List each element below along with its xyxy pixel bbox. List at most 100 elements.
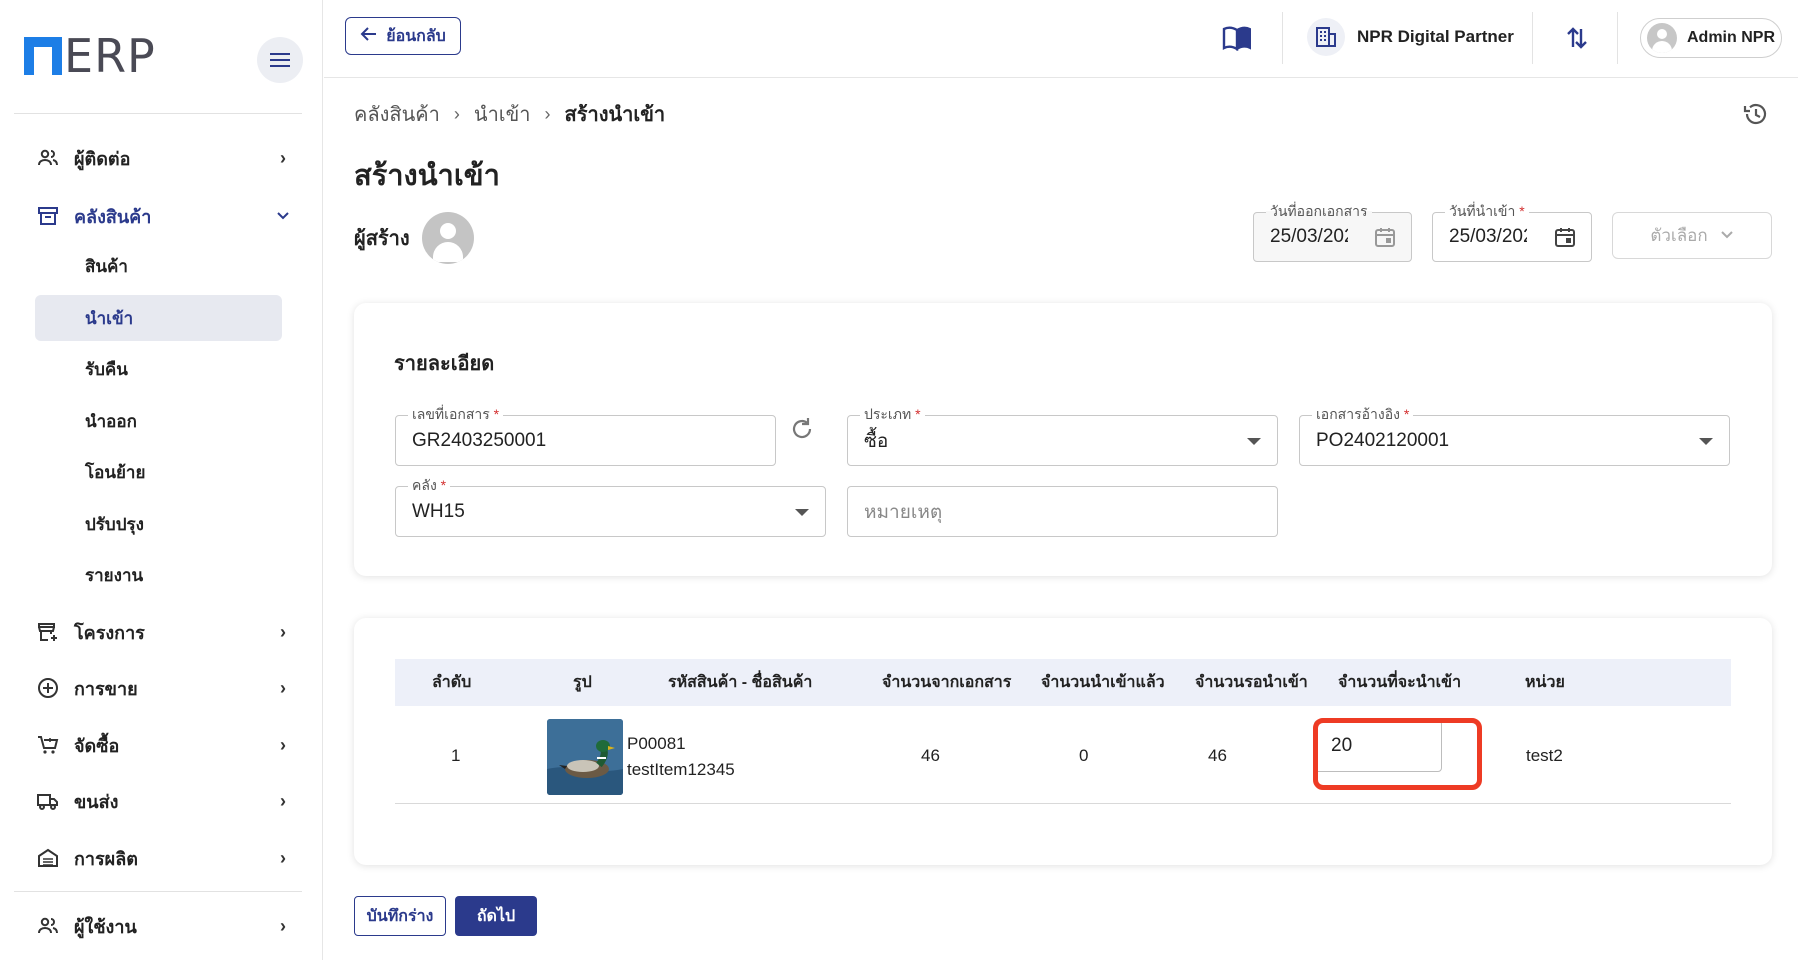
product-name: testItem12345: [627, 760, 735, 779]
product-image: [547, 719, 623, 795]
reference-document-select[interactable]: เอกสารอ้างอิง * PO2402120001: [1299, 406, 1730, 466]
history-icon[interactable]: [1742, 100, 1770, 133]
sidebar-subitem-import[interactable]: นำเข้า: [35, 295, 282, 341]
logo-text: ERP: [64, 29, 156, 83]
header-divider: [1532, 12, 1533, 64]
remark-placeholder: หมายเหตุ: [864, 501, 943, 523]
import-date-field[interactable]: วันที่นำเข้า * 25/03/2024: [1432, 203, 1592, 262]
sidebar-item-users[interactable]: ผู้ใช้งาน ›: [36, 906, 292, 946]
cell-no: 1: [451, 746, 461, 765]
sidebar-item-label: จัดซื้อ: [74, 735, 120, 756]
breadcrumb: คลังสินค้า › นำเข้า › สร้างนำเข้า: [354, 98, 665, 130]
creator-avatar[interactable]: [421, 212, 474, 264]
issue-date-field[interactable]: วันที่ออกเอกสาร 25/03/2024: [1253, 203, 1412, 262]
product-code: P00081: [627, 734, 686, 753]
sidebar-item-contacts[interactable]: ผู้ติดต่อ ›: [36, 138, 292, 178]
creator-section: ผู้สร้าง: [354, 212, 474, 264]
column-header-qty-to-import: จำนวนที่จะนำเข้า: [1338, 674, 1462, 691]
chevron-right-icon: ›: [280, 790, 286, 811]
column-header-doc-qty: จำนวนจากเอกสาร: [882, 674, 1012, 691]
column-header-pending-qty: จำนวนรอนำเข้า: [1195, 674, 1308, 691]
sidebar-subitem-export[interactable]: นำออก: [35, 398, 282, 444]
sidebar: ERP ผู้ติดต่อ › คลังสินค้า สินค้า นำเข้า…: [0, 0, 323, 960]
type-value: ซื้อ: [864, 430, 889, 452]
chevron-right-icon: ›: [544, 103, 551, 124]
sidebar-item-label: การขาย: [74, 678, 138, 699]
breadcrumb-warehouse[interactable]: คลังสินค้า: [354, 98, 440, 130]
details-title: รายละเอียด: [394, 353, 495, 375]
dropdown-arrow-icon: [795, 508, 809, 516]
sidebar-item-manufacturing[interactable]: การผลิต ›: [36, 838, 292, 878]
factory-icon: [36, 846, 60, 870]
people-icon: [36, 146, 60, 170]
warehouse-select[interactable]: คลัง * WH15: [395, 477, 826, 537]
sidebar-item-shipping[interactable]: ขนส่ง ›: [36, 781, 292, 821]
sidebar-item-projects[interactable]: โครงการ ›: [36, 612, 292, 652]
breadcrumb-import[interactable]: นำเข้า: [474, 98, 531, 130]
sidebar-item-label: ผู้ติดต่อ: [74, 148, 131, 169]
avatar: [1647, 23, 1677, 53]
options-label: ตัวเลือก: [1650, 226, 1708, 245]
back-button[interactable]: ย้อนกลับ: [345, 17, 461, 55]
manual-book-icon[interactable]: [1222, 20, 1252, 56]
items-table-card: ลำดับ รูป รหัสสินค้า - ชื่อสินค้า จำนวนจ…: [354, 618, 1772, 865]
calendar-icon[interactable]: [1553, 225, 1577, 254]
breadcrumb-current: สร้างนำเข้า: [564, 104, 666, 126]
dropdown-arrow-icon: [1699, 437, 1713, 445]
document-number-value: GR2403250001: [412, 429, 547, 451]
row-divider: [395, 803, 1731, 804]
cell-product: P00081 testItem12345: [627, 731, 735, 783]
plus-circle-icon: [36, 676, 60, 700]
sidebar-subitem-adjust[interactable]: ปรับปรุง: [35, 501, 282, 547]
user-menu[interactable]: Admin NPR: [1640, 18, 1782, 58]
back-button-label: ย้อนกลับ: [386, 27, 446, 45]
sidebar-subitem-report[interactable]: รายงาน: [35, 552, 282, 598]
company-name: NPR Digital Partner: [1357, 27, 1514, 46]
type-select[interactable]: ประเภท * ซื้อ: [847, 406, 1278, 466]
cell-unit: test2: [1526, 746, 1563, 765]
chevron-right-icon: ›: [280, 621, 286, 642]
details-card: รายละเอียด เลขที่เอกสาร * GR2403250001 ป…: [354, 303, 1772, 576]
save-draft-button[interactable]: บันทึกร่าง: [354, 896, 446, 936]
sidebar-divider: [14, 113, 302, 114]
store-add-icon: [36, 620, 60, 644]
cell-doc-qty: 46: [921, 746, 940, 765]
calendar-icon[interactable]: [1373, 225, 1397, 254]
sidebar-item-label: โครงการ: [74, 622, 145, 643]
column-header-unit: หน่วย: [1525, 674, 1565, 691]
column-header-imported-qty: จำนวนนำเข้าแล้ว: [1041, 674, 1165, 691]
document-number-field[interactable]: เลขที่เอกสาร * GR2403250001: [395, 406, 776, 466]
dropdown-arrow-icon: [1247, 437, 1261, 445]
refresh-icon[interactable]: [788, 415, 816, 448]
swap-vertical-icon[interactable]: [1566, 20, 1588, 56]
options-dropdown[interactable]: ตัวเลือก: [1612, 212, 1772, 259]
logo-mark: [24, 37, 62, 75]
creator-label: ผู้สร้าง: [354, 228, 410, 250]
chevron-right-icon: ›: [453, 103, 460, 124]
user-name: Admin NPR: [1687, 29, 1775, 46]
sidebar-item-purchasing[interactable]: จัดซื้อ ›: [36, 725, 292, 765]
sidebar-subitem-return[interactable]: รับคืน: [35, 346, 282, 392]
chevron-right-icon: ›: [280, 847, 286, 868]
sidebar-item-warehouse[interactable]: คลังสินค้า: [36, 196, 292, 236]
sidebar-item-label: ขนส่ง: [74, 791, 119, 812]
remark-input[interactable]: หมายเหตุ: [847, 486, 1278, 537]
table-header: ลำดับ รูป รหัสสินค้า - ชื่อสินค้า จำนวนจ…: [395, 659, 1731, 706]
top-header: ย้อนกลับ NPR Digital Partner Admin NPR: [324, 0, 1798, 78]
erp-logo[interactable]: ERP: [24, 29, 156, 83]
cell-imported-qty: 0: [1079, 746, 1089, 765]
import-date-value: 25/03/2024: [1449, 226, 1527, 247]
issue-date-value: 25/03/2024: [1270, 226, 1348, 247]
chevron-down-icon: [274, 206, 292, 227]
next-button[interactable]: ถัดไป: [455, 896, 537, 936]
hamburger-menu-icon[interactable]: [257, 37, 303, 83]
chevron-right-icon: ›: [280, 147, 286, 168]
sidebar-item-sales[interactable]: การขาย ›: [36, 668, 292, 708]
sidebar-item-label: การผลิต: [74, 848, 138, 869]
sidebar-subitem-transfer[interactable]: โอนย้าย: [35, 449, 282, 495]
company-selector[interactable]: NPR Digital Partner: [1307, 18, 1514, 56]
warehouse-value: WH15: [412, 500, 465, 522]
chevron-right-icon: ›: [280, 734, 286, 755]
sidebar-subitem-products[interactable]: สินค้า: [35, 243, 282, 289]
column-header-product: รหัสสินค้า - ชื่อสินค้า: [668, 674, 813, 691]
